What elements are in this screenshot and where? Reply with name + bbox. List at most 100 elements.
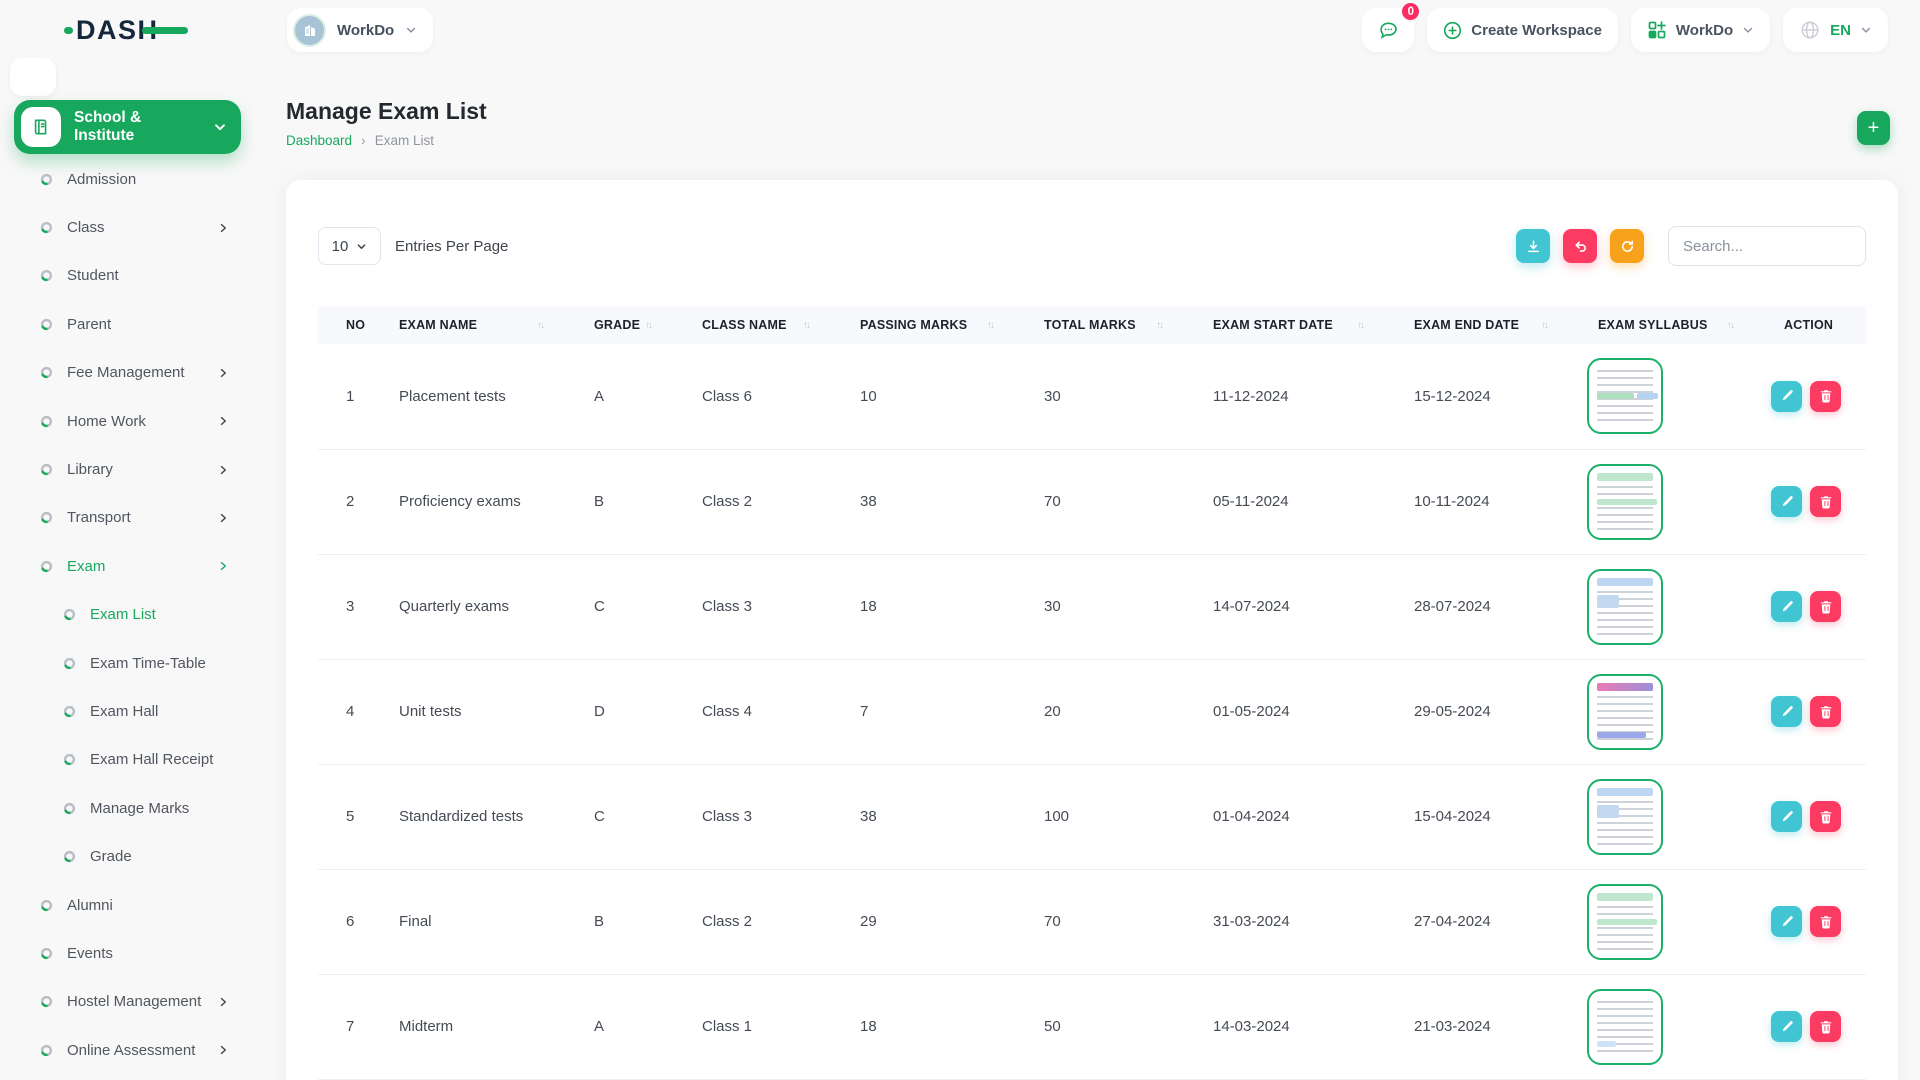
book-icon bbox=[21, 107, 61, 147]
circle-notch-icon bbox=[63, 657, 76, 670]
sidebar-item-events[interactable]: Events bbox=[0, 929, 265, 977]
column-header-grade[interactable]: GRADE ↑↓ bbox=[569, 306, 677, 344]
workspace-switcher[interactable]: WorkDo bbox=[287, 8, 433, 52]
sort-icon[interactable]: ↑↓ bbox=[803, 320, 809, 331]
column-header-exam-name[interactable]: EXAM NAME↑↓ bbox=[374, 306, 569, 344]
column-header-passing-marks[interactable]: PASSING MARKS↑↓ bbox=[835, 306, 1019, 344]
circle-notch-icon bbox=[40, 463, 53, 476]
sidebar-item-online-assessment[interactable]: Online Assessment bbox=[0, 1026, 265, 1074]
create-workspace-button[interactable]: Create Workspace bbox=[1427, 8, 1618, 52]
exam-syllabus-thumbnail[interactable] bbox=[1587, 884, 1663, 960]
export-download-button[interactable] bbox=[1516, 229, 1550, 263]
cell-no: 1 bbox=[318, 344, 374, 449]
add-exam-button[interactable]: + bbox=[1857, 111, 1890, 145]
column-header-class-name[interactable]: CLASS NAME↑↓ bbox=[677, 306, 835, 344]
circle-notch-icon bbox=[40, 415, 53, 428]
delete-exam-button[interactable] bbox=[1810, 486, 1841, 517]
sidebar-item-exam-hall[interactable]: Exam Hall bbox=[0, 687, 265, 735]
table-toolbar: 10 Entries Per Page bbox=[318, 226, 1866, 266]
refresh-button[interactable] bbox=[1610, 229, 1644, 263]
column-label: GRADE bbox=[594, 318, 640, 332]
cell-passing-marks: 29 bbox=[835, 869, 1019, 974]
reset-button[interactable] bbox=[1563, 229, 1597, 263]
edit-exam-button[interactable] bbox=[1771, 486, 1802, 517]
delete-exam-button[interactable] bbox=[1810, 1011, 1841, 1042]
sidebar-item-fee-management[interactable]: Fee Management bbox=[0, 349, 265, 397]
edit-exam-button[interactable] bbox=[1771, 906, 1802, 937]
exam-list-card: 10 Entries Per Page bbox=[286, 180, 1898, 1080]
cell-grade: D bbox=[569, 659, 677, 764]
sort-icon[interactable]: ↑↓ bbox=[1156, 320, 1162, 331]
sidebar-item-manage-marks[interactable]: Manage Marks bbox=[0, 784, 265, 832]
column-label: EXAM START DATE bbox=[1213, 318, 1333, 332]
edit-exam-button[interactable] bbox=[1771, 1011, 1802, 1042]
delete-exam-button[interactable] bbox=[1810, 381, 1841, 412]
sidebar-collapse-button[interactable] bbox=[10, 58, 56, 96]
sort-icon[interactable]: ↑↓ bbox=[537, 320, 543, 331]
cell-total-marks: 70 bbox=[1019, 869, 1188, 974]
sidebar-item-hostel-management[interactable]: Hostel Management bbox=[0, 978, 265, 1026]
column-header-exam-end-date[interactable]: EXAM END DATE↑↓ bbox=[1389, 306, 1573, 344]
sort-icon[interactable]: ↑↓ bbox=[645, 320, 651, 331]
language-dropdown[interactable]: EN bbox=[1783, 8, 1888, 52]
language-label: EN bbox=[1830, 22, 1851, 39]
exam-syllabus-thumbnail[interactable] bbox=[1587, 569, 1663, 645]
exam-syllabus-thumbnail[interactable] bbox=[1587, 989, 1663, 1065]
cell-exam-name: Proficiency exams bbox=[374, 449, 569, 554]
edit-exam-button[interactable] bbox=[1771, 801, 1802, 832]
sidebar-item-parent[interactable]: Parent bbox=[0, 300, 265, 348]
download-icon bbox=[1526, 239, 1541, 254]
edit-exam-button[interactable] bbox=[1771, 591, 1802, 622]
sidebar-item-grade[interactable]: Grade bbox=[0, 832, 265, 880]
exam-row: 1Placement testsAClass 6103011-12-202415… bbox=[318, 344, 1866, 449]
sidebar-item-exam-time-table[interactable]: Exam Time-Table bbox=[0, 639, 265, 687]
column-header-exam-syllabus[interactable]: EXAM SYLLABUS↑↓ bbox=[1573, 306, 1759, 344]
sidebar-item-exam-list[interactable]: Exam List bbox=[0, 591, 265, 639]
entries-per-page-select[interactable]: 10 bbox=[318, 227, 381, 265]
sort-icon[interactable]: ↑↓ bbox=[1357, 320, 1363, 331]
sort-icon[interactable]: ↑↓ bbox=[987, 320, 993, 331]
circle-notch-icon bbox=[40, 560, 53, 573]
sidebar-item-library[interactable]: Library bbox=[0, 445, 265, 493]
cell-class-name: Class 3 bbox=[677, 764, 835, 869]
exam-syllabus-thumbnail[interactable] bbox=[1587, 464, 1663, 540]
messages-button[interactable]: 0 bbox=[1362, 8, 1414, 52]
pencil-icon bbox=[1780, 705, 1794, 719]
app-menu-dropdown[interactable]: WorkDo bbox=[1631, 8, 1770, 52]
sidebar-item-exam-hall-receipt[interactable]: Exam Hall Receipt bbox=[0, 736, 265, 784]
sidebar-item-home-work[interactable]: Home Work bbox=[0, 397, 265, 445]
sidebar-item-admission[interactable]: Admission bbox=[0, 155, 265, 203]
chevron-down-icon bbox=[1860, 24, 1872, 36]
edit-exam-button[interactable] bbox=[1771, 696, 1802, 727]
sidebar-item-class[interactable]: Class bbox=[0, 203, 265, 251]
refresh-icon bbox=[1620, 239, 1635, 254]
delete-exam-button[interactable] bbox=[1810, 801, 1841, 832]
edit-exam-button[interactable] bbox=[1771, 381, 1802, 412]
delete-exam-button[interactable] bbox=[1810, 906, 1841, 937]
sidebar-item-exam[interactable]: Exam bbox=[0, 542, 265, 590]
sidebar-item-label: Library bbox=[67, 461, 113, 478]
sidebar-item-transport[interactable]: Transport bbox=[0, 494, 265, 542]
sidebar-item-label: Student bbox=[67, 267, 119, 284]
exam-syllabus-thumbnail[interactable] bbox=[1587, 779, 1663, 855]
column-header-exam-start-date[interactable]: EXAM START DATE ↑↓ bbox=[1188, 306, 1389, 344]
app-root: DASH WorkDo bbox=[0, 0, 1920, 1080]
trash-icon bbox=[1819, 600, 1833, 614]
sidebar-item-alumni[interactable]: Alumni bbox=[0, 881, 265, 929]
search-input[interactable] bbox=[1668, 226, 1866, 266]
sidebar-section-school-institute[interactable]: School & Institute bbox=[14, 100, 241, 154]
exam-syllabus-thumbnail[interactable] bbox=[1587, 674, 1663, 750]
sort-icon[interactable]: ↑↓ bbox=[1541, 320, 1547, 331]
delete-exam-button[interactable] bbox=[1810, 696, 1841, 727]
column-header-total-marks[interactable]: TOTAL MARKS↑↓ bbox=[1019, 306, 1188, 344]
sidebar-item-student[interactable]: Student bbox=[0, 252, 265, 300]
sidebar-item-label: Exam Hall bbox=[90, 703, 158, 720]
exam-row: 4Unit testsDClass 472001-05-202429-05-20… bbox=[318, 659, 1866, 764]
sort-icon[interactable]: ↑↓ bbox=[1727, 320, 1733, 331]
cell-passing-marks: 38 bbox=[835, 449, 1019, 554]
breadcrumb-dashboard-link[interactable]: Dashboard bbox=[286, 133, 352, 148]
exam-syllabus-thumbnail[interactable] bbox=[1587, 358, 1663, 434]
delete-exam-button[interactable] bbox=[1810, 591, 1841, 622]
cell-passing-marks: 7 bbox=[835, 659, 1019, 764]
cell-grade: C bbox=[569, 554, 677, 659]
